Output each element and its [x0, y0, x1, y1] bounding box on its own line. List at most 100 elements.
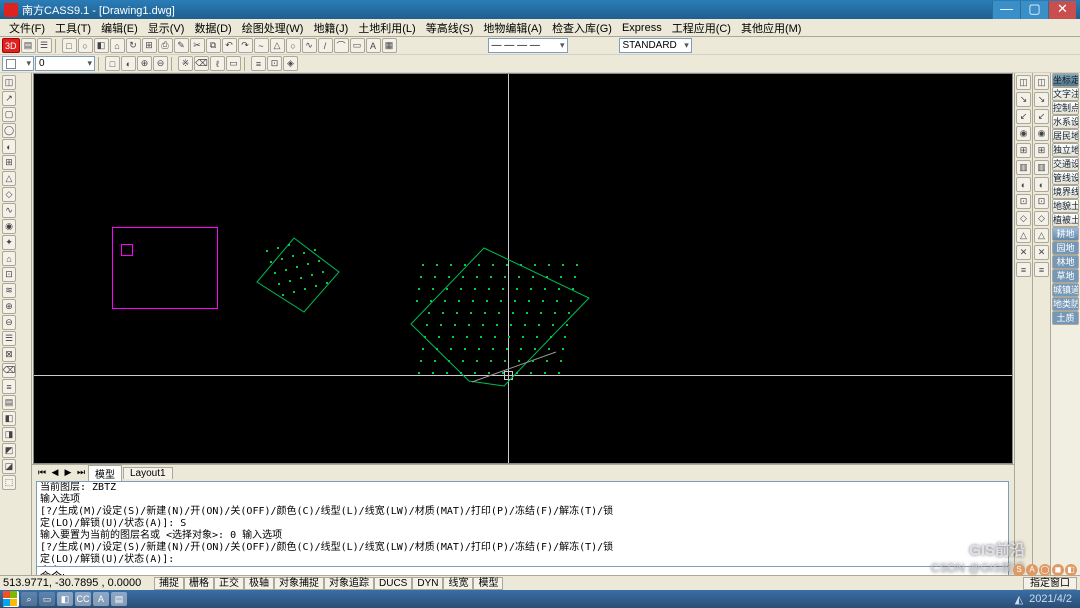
- left-tool-21[interactable]: ◧: [2, 411, 16, 426]
- tb2-icon-1[interactable]: ◐: [121, 56, 136, 71]
- task-app-3[interactable]: ▤: [111, 592, 127, 606]
- minimize-button[interactable]: —: [992, 1, 1020, 19]
- menu-数据(D)[interactable]: 数据(D): [189, 19, 236, 37]
- tb1-icon-1[interactable]: ○: [78, 38, 93, 53]
- right-tool-1-9[interactable]: △: [1034, 228, 1049, 243]
- tb1-icon-0[interactable]: □: [62, 38, 77, 53]
- right-tool-1-8[interactable]: ◇: [1034, 211, 1049, 226]
- left-tool-22[interactable]: ◨: [2, 427, 16, 442]
- left-tool-11[interactable]: ⌂: [2, 251, 16, 266]
- menu-土地利用(L)[interactable]: 土地利用(L): [353, 19, 420, 37]
- maximize-button[interactable]: ▢: [1020, 1, 1048, 19]
- task-app-1[interactable]: ◧: [57, 592, 73, 606]
- status-right-button[interactable]: 指定窗口: [1023, 577, 1077, 590]
- drawing-viewport[interactable]: [33, 73, 1013, 464]
- left-tool-18[interactable]: ⌫: [2, 363, 16, 378]
- menu-工具(T)[interactable]: 工具(T): [50, 19, 96, 37]
- status-toggle-8[interactable]: 线宽: [443, 577, 473, 590]
- subcategory-6[interactable]: 土质: [1052, 311, 1079, 325]
- right-tool-0-6[interactable]: ◐: [1016, 177, 1031, 192]
- menu-显示(V)[interactable]: 显示(V): [143, 19, 190, 37]
- right-tool-0-7[interactable]: ⊡: [1016, 194, 1031, 209]
- layer-color-combo[interactable]: [2, 56, 34, 71]
- tb1-icon-14[interactable]: ○: [286, 38, 301, 53]
- left-tool-2[interactable]: ▢: [2, 107, 16, 122]
- status-toggle-2[interactable]: 正交: [214, 577, 244, 590]
- menu-地籍(J)[interactable]: 地籍(J): [308, 19, 353, 37]
- right-tool-0-0[interactable]: ◫: [1016, 75, 1031, 90]
- tb1-left-0[interactable]: 3D: [2, 38, 20, 53]
- tb1-icon-4[interactable]: ↻: [126, 38, 141, 53]
- status-toggle-4[interactable]: 对象捕捉: [274, 577, 324, 590]
- status-toggle-1[interactable]: 栅格: [184, 577, 214, 590]
- tb1-icon-20[interactable]: ▦: [382, 38, 397, 53]
- subcategory-3[interactable]: 草地: [1052, 269, 1079, 283]
- category-10[interactable]: 植被土质: [1052, 213, 1079, 227]
- subcategory-4[interactable]: 城镇道路: [1052, 283, 1079, 297]
- right-tool-0-8[interactable]: ◇: [1016, 211, 1031, 226]
- tab-arrow-0[interactable]: ⏮: [36, 467, 48, 478]
- subcategory-1[interactable]: 园地: [1052, 241, 1079, 255]
- right-tool-1-6[interactable]: ◐: [1034, 177, 1049, 192]
- left-tool-7[interactable]: ◇: [2, 187, 16, 202]
- tb1-icon-19[interactable]: A: [366, 38, 381, 53]
- tb1-icon-8[interactable]: ✂: [190, 38, 205, 53]
- right-tool-1-4[interactable]: ⊞: [1034, 143, 1049, 158]
- system-tray[interactable]: ◭ 2021/4/2: [1010, 593, 1077, 606]
- viewport-tab-1[interactable]: Layout1: [123, 467, 173, 479]
- linetype-combo[interactable]: — — — —: [488, 38, 568, 53]
- tb2-icon-7[interactable]: ▭: [226, 56, 241, 71]
- right-tool-0-3[interactable]: ◉: [1016, 126, 1031, 141]
- right-tool-0-10[interactable]: ✕: [1016, 245, 1031, 260]
- task-cass[interactable]: CC: [75, 592, 91, 606]
- left-tool-17[interactable]: ⊠: [2, 347, 16, 362]
- layer-combo[interactable]: 0: [35, 56, 95, 71]
- left-tool-14[interactable]: ⊕: [2, 299, 16, 314]
- status-toggle-6[interactable]: DUCS: [374, 577, 412, 590]
- category-3[interactable]: 水系设施: [1052, 115, 1079, 129]
- left-tool-3[interactable]: ◯: [2, 123, 16, 138]
- left-tool-12[interactable]: ⊡: [2, 267, 16, 282]
- left-tool-25[interactable]: ⬚: [2, 475, 16, 490]
- tb1-icon-11[interactable]: ↷: [238, 38, 253, 53]
- menu-绘图处理(W)[interactable]: 绘图处理(W): [237, 19, 309, 37]
- left-tool-16[interactable]: ☰: [2, 331, 16, 346]
- tb1-icon-3[interactable]: ⌂: [110, 38, 125, 53]
- tb1-icon-2[interactable]: ◧: [94, 38, 109, 53]
- left-tool-9[interactable]: ◉: [2, 219, 16, 234]
- task-search[interactable]: ⌕: [21, 592, 37, 606]
- tb2-icon-3[interactable]: ⊖: [153, 56, 168, 71]
- tb2-icon-5[interactable]: ⌫: [194, 56, 209, 71]
- left-tool-15[interactable]: ⊖: [2, 315, 16, 330]
- status-toggle-7[interactable]: DYN: [412, 577, 443, 590]
- left-tool-1[interactable]: ↗: [2, 91, 16, 106]
- tb1-icon-12[interactable]: ~: [254, 38, 269, 53]
- tb2-icon-0[interactable]: □: [105, 56, 120, 71]
- left-tool-5[interactable]: ⊞: [2, 155, 16, 170]
- tb1-icon-17[interactable]: ⌒: [334, 38, 349, 53]
- subcategory-0[interactable]: 耕地: [1052, 227, 1079, 241]
- category-8[interactable]: 境界线: [1052, 185, 1079, 199]
- tb2-icon-9[interactable]: ⊡: [267, 56, 282, 71]
- menu-其他应用(M)[interactable]: 其他应用(M): [736, 19, 807, 37]
- category-5[interactable]: 独立地物: [1052, 143, 1079, 157]
- menu-编辑(E)[interactable]: 编辑(E): [96, 19, 143, 37]
- left-tool-10[interactable]: ✦: [2, 235, 16, 250]
- right-tool-1-3[interactable]: ◉: [1034, 126, 1049, 141]
- menu-Express[interactable]: Express: [617, 21, 667, 35]
- right-tool-0-9[interactable]: △: [1016, 228, 1031, 243]
- category-1[interactable]: 文字注记: [1052, 87, 1079, 101]
- menu-等高线(S)[interactable]: 等高线(S): [421, 19, 479, 37]
- tb1-icon-18[interactable]: ▭: [350, 38, 365, 53]
- left-tool-23[interactable]: ◩: [2, 443, 16, 458]
- menu-工程应用(C)[interactable]: 工程应用(C): [667, 19, 736, 37]
- category-2[interactable]: 控制点: [1052, 101, 1079, 115]
- right-tool-0-11[interactable]: ≡: [1016, 262, 1031, 277]
- status-toggle-9[interactable]: 模型: [473, 577, 503, 590]
- left-tool-4[interactable]: ◐: [2, 139, 16, 154]
- close-button[interactable]: ✕: [1048, 1, 1076, 19]
- tb2-icon-8[interactable]: ≡: [251, 56, 266, 71]
- tb1-left-1[interactable]: ▤: [21, 38, 36, 53]
- right-tool-0-4[interactable]: ⊞: [1016, 143, 1031, 158]
- category-4[interactable]: 居民地: [1052, 129, 1079, 143]
